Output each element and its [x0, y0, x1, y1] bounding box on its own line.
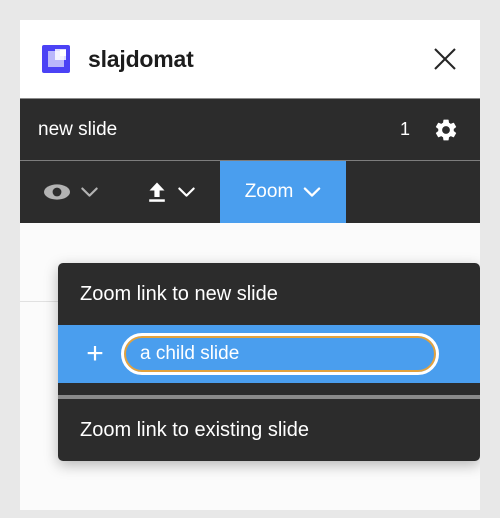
chevron-down-icon: [304, 186, 321, 197]
logo-square-small: [60, 50, 66, 56]
toolbar: Zoom: [20, 160, 480, 223]
eye-icon: [44, 184, 70, 200]
close-button[interactable]: [428, 42, 462, 76]
toolbar-button-zoom[interactable]: Zoom: [220, 161, 346, 223]
chevron-down-icon: [178, 187, 195, 197]
menu-item-zoom-link-existing-slide[interactable]: Zoom link to existing slide: [58, 399, 480, 461]
menu-item-zoom-link-new-slide[interactable]: Zoom link to new slide: [58, 263, 480, 325]
upload-icon: [149, 182, 165, 202]
title-bar: slajdomat: [20, 20, 480, 98]
child-slide-name-input[interactable]: [121, 333, 439, 375]
slide-count: 1: [399, 119, 410, 139]
toolbar-button-visibility[interactable]: [20, 161, 120, 223]
settings-button[interactable]: [432, 116, 460, 144]
zoom-dropdown-menu: Zoom link to new slide + Zoom link to ex…: [58, 263, 480, 461]
plus-icon: +: [86, 337, 104, 370]
menu-item-label: Zoom link to existing slide: [80, 418, 309, 441]
toolbar-button-upload[interactable]: [120, 161, 220, 223]
slajdomat-logo-icon: [42, 45, 70, 73]
menu-caret-icon: [336, 263, 348, 264]
plugin-window: slajdomat new slide 1 Zoom Zoom link to …: [20, 20, 480, 510]
close-icon: [434, 48, 456, 70]
slide-name: new slide: [38, 118, 118, 140]
chevron-down-icon: [81, 187, 98, 197]
menu-item-add-child-slide[interactable]: +: [58, 325, 480, 383]
toolbar-button-zoom-label: Zoom: [244, 181, 294, 202]
gear-icon: [435, 119, 457, 140]
slide-info-bar: new slide 1: [20, 98, 480, 160]
menu-item-label: Zoom link to new slide: [80, 282, 278, 305]
app-title: slajdomat: [88, 45, 194, 72]
